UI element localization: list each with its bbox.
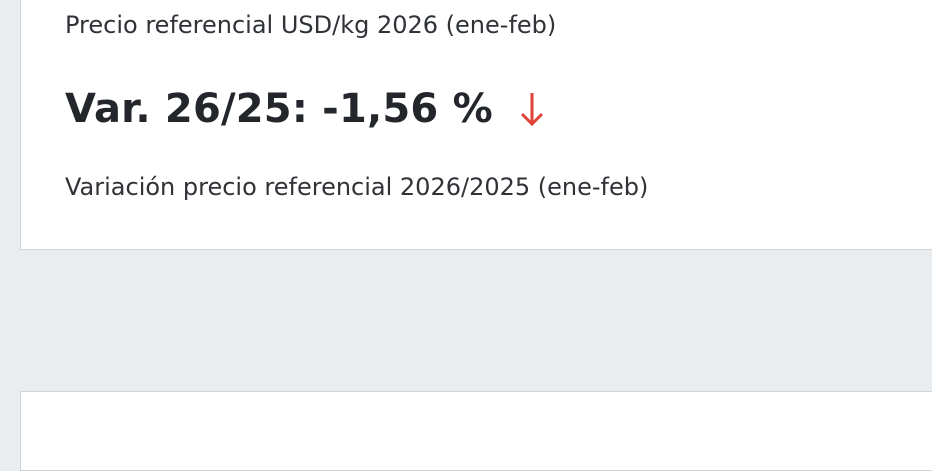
price-card: Precio referencial USD/kg 2026 (ene-feb)… (20, 0, 932, 250)
next-card (20, 391, 932, 471)
arrow-down-icon (517, 91, 547, 127)
price-caption: Precio referencial USD/kg 2026 (ene-feb) (65, 11, 557, 39)
variation-row: Var. 26/25: -1,56 % (65, 86, 547, 132)
variation-caption: Variación precio referencial 2026/2025 (… (65, 173, 649, 201)
variation-value: Var. 26/25: -1,56 % (65, 86, 493, 132)
